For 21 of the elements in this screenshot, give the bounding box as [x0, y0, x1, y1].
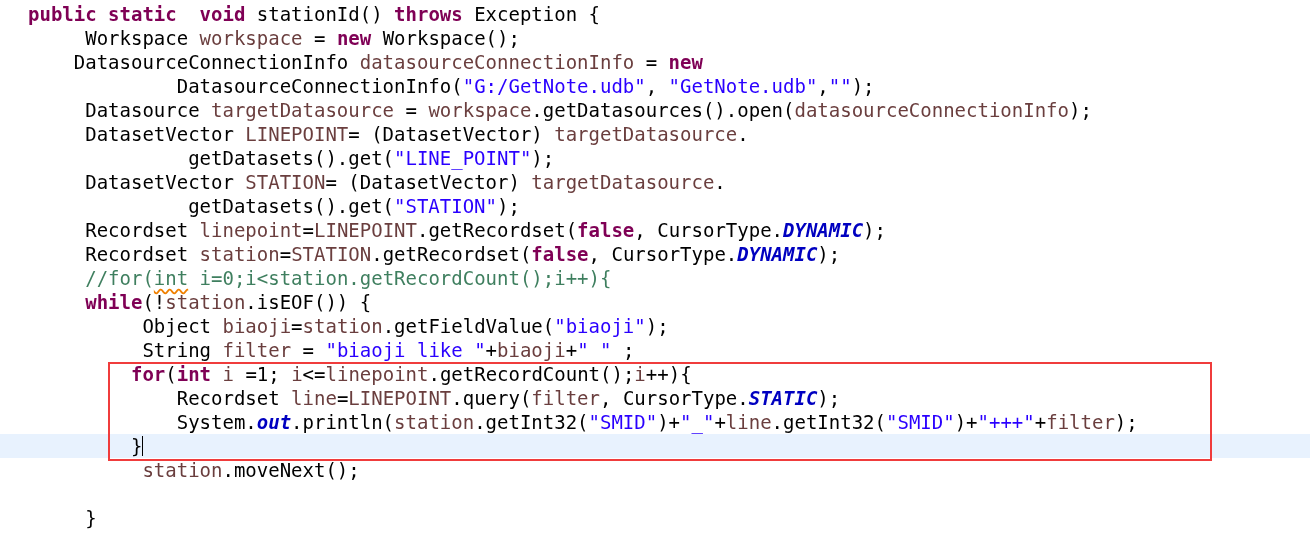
code-line: DatasourceConnectionInfo("G:/GetNote.udb", "GetNote.udb",""); — [175, 74, 876, 98]
code-line: getDatasets().get("STATION"); — [187, 194, 521, 218]
code-line: station.moveNext(); — [141, 458, 361, 482]
code-line: Workspace workspace = new Workspace(); — [84, 26, 521, 50]
text-cursor — [142, 436, 144, 456]
code-line: DatasetVector STATION= (DatasetVector) targetDatasource. — [84, 170, 727, 194]
code-line: DatasourceConnectionInfo datasourceConnectionInfo = new — [72, 50, 704, 74]
code-line: getDatasets().get("LINE_POINT"); — [187, 146, 556, 170]
code-line: for(int i =1; i<=linepoint.getRecordCount();i++){ — [129, 362, 693, 386]
code-line: String filter = "biaoji like "+biaoji+" " ; — [141, 338, 636, 362]
code-line: Recordset linepoint=LINEPOINT.getRecordset(false, CursorType.DYNAMIC); — [84, 218, 887, 242]
code-line: Object biaoji=station.getFieldValue("biaoji"); — [141, 314, 670, 338]
code-line: } — [84, 506, 98, 530]
code-line: while(!station.isEOF()) { — [84, 290, 373, 314]
code-line: Recordset line=LINEPOINT.query(filter, CursorType.STATIC); — [175, 386, 842, 410]
code-line: Datasource targetDatasource = workspace.getDatasources().open(datasourceConnectionInfo); — [84, 98, 1093, 122]
code-line: DatasetVector LINEPOINT= (DatasetVector) targetDatasource. — [84, 122, 750, 146]
code-line: public static void stationId() throws Exception { — [27, 2, 601, 26]
code-line: //for(int i=0;i<station.getRecordCount();i++){ — [84, 266, 613, 290]
code-line: System.out.println(station.getInt32("SMID")+"_"+line.getInt32("SMID")+"+++"+filter); — [175, 410, 1139, 434]
code-line: Recordset station=STATION.getRecordset(false, CursorType.DYNAMIC); — [84, 242, 842, 266]
